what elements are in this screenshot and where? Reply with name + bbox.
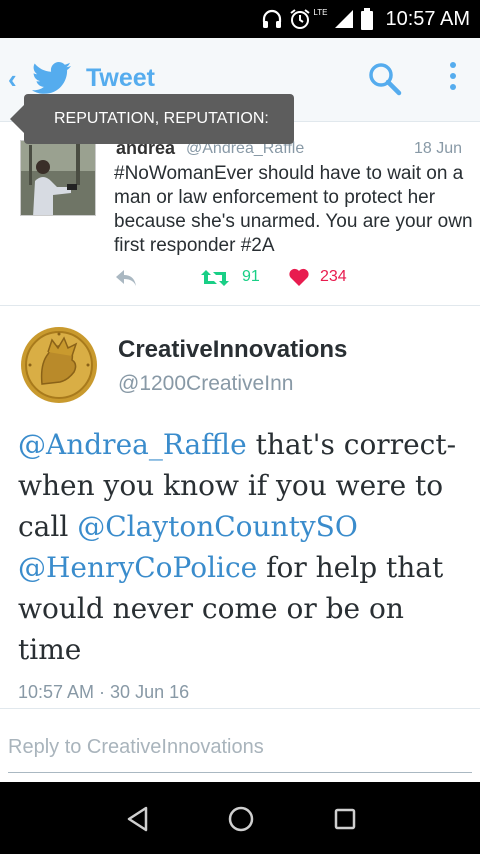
nav-back-icon[interactable] <box>126 806 150 832</box>
more-vertical-icon[interactable] <box>446 62 460 98</box>
tweet-text: @Andrea_Raffle that's correct- when you … <box>18 424 468 670</box>
alarm-icon <box>290 9 311 29</box>
author-handle[interactable]: @1200CreativeInn <box>118 372 293 396</box>
avatar[interactable] <box>20 140 96 216</box>
network-type: LTE <box>313 7 328 17</box>
retweet-count: 91 <box>242 268 260 285</box>
twitter-bird-icon[interactable] <box>32 62 72 96</box>
nav-recents-icon[interactable] <box>334 808 356 830</box>
mention-link[interactable]: @ClaytonCountySO <box>77 510 358 543</box>
status-icons: LTE 10:57 AM <box>261 6 470 32</box>
reply-input[interactable]: Reply to CreativeInnovations <box>8 736 264 759</box>
battery-icon <box>361 8 374 30</box>
tweet-timestamp: 10:57 AM · 30 Jun 16 <box>18 682 190 702</box>
search-icon[interactable] <box>368 62 402 96</box>
tweet-date: 18 Jun <box>413 140 462 157</box>
parent-tweet[interactable]: andrea @Andrea_Raffle 18 Jun #NoWomanEve… <box>0 122 480 306</box>
mention-link[interactable]: @Andrea_Raffle <box>18 428 247 461</box>
like-count: 234 <box>320 268 347 285</box>
retweet-icon[interactable] <box>200 268 230 288</box>
gold-coin-avatar <box>18 324 100 406</box>
nav-home-icon[interactable] <box>228 806 254 832</box>
tooltip-text: REPUTATION, REPUTATION: <box>54 110 269 127</box>
system-nav-bar <box>0 782 480 854</box>
toolbar-title: Tweet <box>86 64 155 92</box>
tooltip-arrow <box>10 105 24 133</box>
reply-underline <box>8 772 472 773</box>
author-name[interactable]: CreativeInnovations <box>118 336 347 364</box>
tooltip: REPUTATION, REPUTATION: <box>10 94 294 144</box>
clock: 10:57 AM <box>385 7 470 30</box>
mention-link[interactable]: @HenryCoPolice <box>18 551 257 584</box>
headphones-icon <box>263 9 282 28</box>
reply-icon[interactable] <box>114 268 138 288</box>
divider <box>0 708 480 709</box>
tweet-text: #NoWomanEver should have to wait on a ma… <box>114 163 473 256</box>
heart-icon[interactable] <box>288 266 310 288</box>
status-bar: LTE 10:57 AM <box>0 0 480 38</box>
avatar-photo <box>21 141 95 215</box>
back-chevron-icon[interactable]: ‹ <box>8 64 17 95</box>
signal-icon <box>335 10 354 28</box>
avatar[interactable] <box>18 324 100 406</box>
